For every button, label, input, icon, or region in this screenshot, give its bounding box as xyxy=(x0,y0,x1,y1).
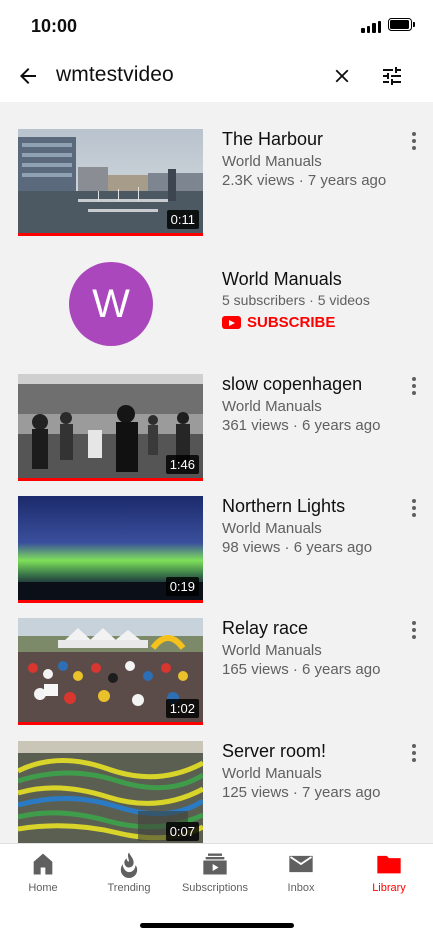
nav-home[interactable]: Home xyxy=(0,850,86,896)
video-meta: 2.3K views · 7 years ago xyxy=(222,172,387,189)
status-time: 10:00 xyxy=(31,16,78,36)
channel-name[interactable]: World Manuals xyxy=(222,269,342,290)
video-meta: 125 views · 7 years ago xyxy=(222,784,381,801)
signal-icon xyxy=(361,19,383,33)
home-icon xyxy=(33,853,53,875)
video-title[interactable]: Northern Lights xyxy=(222,496,345,517)
video-thumbnail[interactable]: 0:11 xyxy=(18,129,203,233)
nav-label: Trending xyxy=(107,882,151,894)
video-result-northern-lights[interactable]: 0:19 Northern Lights World Manuals 98 vi… xyxy=(0,496,433,606)
subscribe-label: SUBSCRIBE xyxy=(247,314,336,331)
nav-label: Inbox xyxy=(287,882,315,894)
video-thumbnail[interactable]: 0:07 xyxy=(18,741,203,843)
battery-icon xyxy=(388,18,415,31)
search-query[interactable]: wmtestvideo xyxy=(56,63,174,87)
video-title[interactable]: Server room! xyxy=(222,741,326,762)
nav-library[interactable]: Library xyxy=(346,850,432,896)
duration-badge: 1:46 xyxy=(165,455,199,474)
more-options-button[interactable] xyxy=(404,498,424,518)
duration-badge: 1:02 xyxy=(165,699,199,718)
watched-progress-bar xyxy=(18,722,203,725)
video-result-the-harbour[interactable]: 0:11 The Harbour World Manuals 2.3K view… xyxy=(0,129,433,239)
youtube-logo-icon xyxy=(222,316,241,329)
subscriptions-icon xyxy=(203,853,227,875)
channel-result[interactable]: W World Manuals 5 subscribers · 5 videos… xyxy=(0,252,433,352)
video-result-relay-race[interactable]: 1:02 Relay race World Manuals 165 views … xyxy=(0,618,433,728)
more-options-button[interactable] xyxy=(404,131,424,151)
nav-trending[interactable]: Trending xyxy=(86,850,172,896)
search-results: 0:11 The Harbour World Manuals 2.3K view… xyxy=(0,102,433,843)
watched-progress-bar xyxy=(18,233,203,236)
filter-sliders-icon xyxy=(383,67,401,85)
video-channel: World Manuals xyxy=(222,642,322,659)
search-header: wmtestvideo xyxy=(0,50,433,102)
folder-icon xyxy=(377,855,401,874)
nav-label: Subscriptions xyxy=(181,882,249,894)
more-options-button[interactable] xyxy=(404,743,424,763)
more-options-button[interactable] xyxy=(404,376,424,396)
video-thumbnail[interactable]: 1:46 xyxy=(18,374,203,478)
video-thumbnail[interactable]: 0:19 xyxy=(18,496,203,600)
video-result-slow-copenhagen[interactable]: 1:46 slow copenhagen World Manuals 361 v… xyxy=(0,374,433,484)
video-title[interactable]: Relay race xyxy=(222,618,308,639)
channel-avatar[interactable]: W xyxy=(69,262,153,346)
nav-inbox[interactable]: Inbox xyxy=(258,850,344,896)
video-channel: World Manuals xyxy=(222,153,322,170)
video-channel: World Manuals xyxy=(222,398,322,415)
back-arrow-icon xyxy=(20,68,36,84)
channel-meta: 5 subscribers · 5 videos xyxy=(222,292,370,308)
filter-button[interactable] xyxy=(374,58,410,94)
nav-label: Home xyxy=(28,882,58,894)
video-channel: World Manuals xyxy=(222,765,322,782)
nav-subscriptions[interactable]: Subscriptions xyxy=(172,850,258,896)
duration-badge: 0:07 xyxy=(165,822,199,841)
flame-icon xyxy=(120,852,138,878)
subscribe-button[interactable]: SUBSCRIBE xyxy=(222,314,335,331)
more-options-button[interactable] xyxy=(404,620,424,640)
duration-badge: 0:19 xyxy=(165,577,199,596)
watched-progress-bar xyxy=(18,600,203,603)
video-channel: World Manuals xyxy=(222,520,322,537)
video-title[interactable]: The Harbour xyxy=(222,129,323,150)
video-result-server-room[interactable]: 0:07 Server room! World Manuals 125 view… xyxy=(0,741,433,843)
clear-search-button[interactable] xyxy=(324,58,360,94)
mail-icon xyxy=(289,855,313,873)
video-title[interactable]: slow copenhagen xyxy=(222,374,362,395)
video-meta: 361 views · 6 years ago xyxy=(222,417,381,434)
home-indicator xyxy=(140,923,294,928)
video-meta: 165 views · 6 years ago xyxy=(222,661,381,678)
watched-progress-bar xyxy=(18,478,203,481)
nav-label: Library xyxy=(372,882,406,894)
video-meta: 98 views · 6 years ago xyxy=(222,539,373,556)
status-bar: 10:00 xyxy=(0,0,433,50)
back-button[interactable] xyxy=(10,58,46,94)
close-icon xyxy=(335,69,349,83)
video-thumbnail[interactable]: 1:02 xyxy=(18,618,203,722)
duration-badge: 0:11 xyxy=(166,210,199,229)
